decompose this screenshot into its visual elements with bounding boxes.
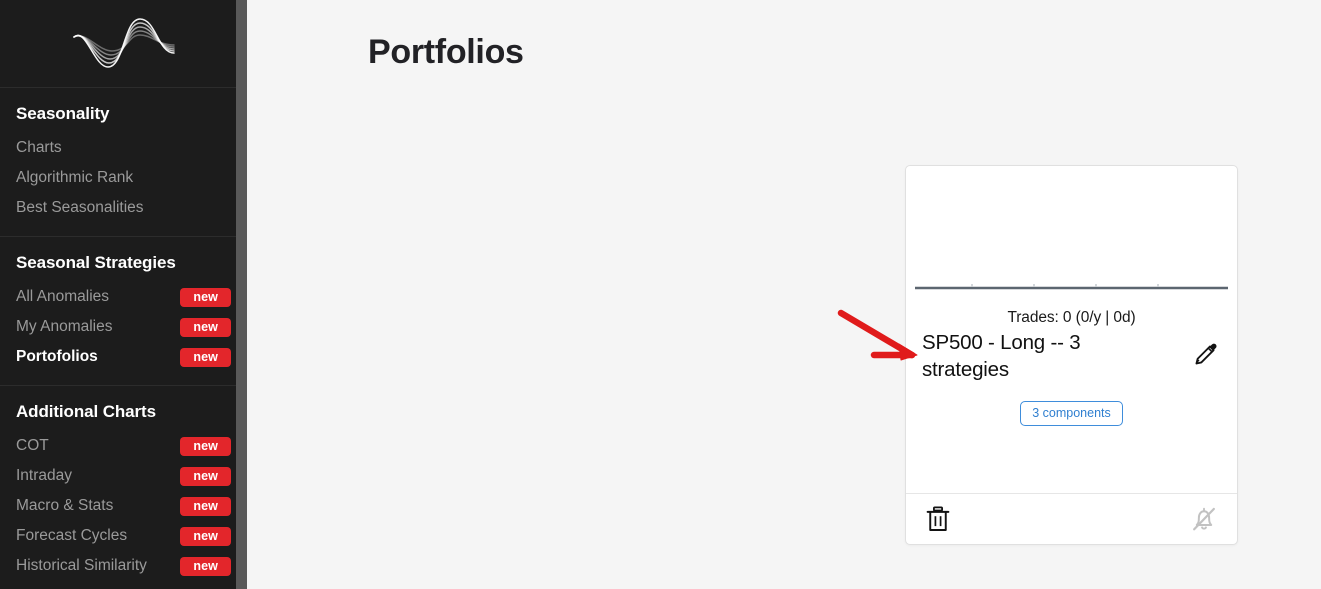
sidebar-item-my-anomalies[interactable]: My Anomalies new <box>0 313 247 343</box>
sidebar-scrollbar-thumb[interactable] <box>236 0 247 589</box>
sidebar-section: Additional Charts COT new Intraday new Macro … <box>0 386 247 589</box>
sidebar-item-cot[interactable]: COT new <box>0 432 247 462</box>
sidebar-item-label: All Anomalies <box>16 288 110 306</box>
sidebar-item-label: My Anomalies <box>16 318 113 336</box>
sidebar-item-label: Historical Similarity <box>16 557 147 575</box>
sidebar-item-historical-similarity[interactable]: Historical Similarity new <box>0 552 247 582</box>
trash-icon <box>926 506 950 531</box>
sidebar-item-macro-and-stats[interactable]: Macro & Stats new <box>0 492 247 522</box>
portfolio-card[interactable]: Trades: 0 (0/y | 0d) SP500 - Long -- 3 s… <box>905 165 1238 545</box>
portfolio-title: SP500 - Long -- 3 strategies <box>922 331 1081 382</box>
sidebar-scrollbar[interactable] <box>236 0 247 589</box>
sidebar-item-label: Macro & Stats <box>16 497 114 515</box>
sidebar-item-label: Forecast Cycles <box>16 527 128 545</box>
sidebar-item-all-anomalies[interactable]: All Anomalies new <box>0 283 247 313</box>
sidebar-sections: Seasonality Charts Algorithmic Rank Best Se… <box>0 88 247 589</box>
sidebar-item-label: COT <box>16 437 49 455</box>
pencil-icon <box>1195 343 1217 365</box>
wave-logo-icon <box>72 17 175 68</box>
sidebar-item-label: Algorithmic Rank <box>16 169 134 187</box>
sidebar-item-forecast-cycles[interactable]: Forecast Cycles new <box>0 522 247 552</box>
components-badge-row: 3 components <box>922 400 1221 426</box>
sidebar-item-badge: new <box>180 317 231 338</box>
portfolio-chart <box>906 166 1237 290</box>
sidebar-section-heading: Additional Charts <box>16 402 156 421</box>
sidebar-section-heading: Seasonality <box>16 104 110 123</box>
trades-summary: Trades: 0 (0/y | 0d) <box>1007 309 1136 326</box>
sidebar-item-label: Intraday <box>16 467 73 485</box>
sidebar-section: Seasonal Strategies All Anomalies new My An… <box>0 237 247 386</box>
sidebar-item-best-seasonalities[interactable]: Best Seasonalities <box>0 194 247 224</box>
sidebar-item-algorithmic-rank[interactable]: Algorithmic Rank <box>0 164 247 194</box>
sidebar-item-badge: new <box>180 556 231 577</box>
toggle-alerts-button[interactable] <box>1190 505 1218 533</box>
portfolio-card-footer <box>906 493 1237 544</box>
app-root: Seasonality Charts Algorithmic Rank Best Se… <box>0 0 1321 589</box>
sidebar-item-badge: new <box>180 526 231 547</box>
sidebar-section-heading: Seasonal Strategies <box>16 253 176 272</box>
sidebar-item-badge: new <box>180 347 231 368</box>
main-content: Portfolios Trades: 0 (0/y | 0d) SP500 - <box>247 0 1321 589</box>
sidebar-section: Seasonality Charts Algorithmic Rank Best Se… <box>0 88 247 237</box>
sidebar-item-badge: new <box>180 436 231 457</box>
bell-slash-icon <box>1193 507 1215 531</box>
sidebar: Seasonality Charts Algorithmic Rank Best Se… <box>0 0 247 589</box>
delete-portfolio-button[interactable] <box>925 505 951 533</box>
sidebar-item-badge: new <box>180 287 231 308</box>
sidebar-item-badge: new <box>180 466 231 487</box>
sidebar-item-badge: new <box>180 496 231 517</box>
app-logo[interactable] <box>0 0 247 88</box>
portfolio-title-row: SP500 - Long -- 3 strategies <box>922 329 1221 384</box>
sidebar-item-portofolios[interactable]: Portofolios new <box>0 343 247 373</box>
page-title: Portfolios <box>368 33 524 71</box>
sidebar-item-label: Portofolios <box>16 348 98 366</box>
sidebar-item-label: Best Seasonalities <box>16 199 144 217</box>
edit-portfolio-button[interactable] <box>1193 341 1219 367</box>
sidebar-item-intraday[interactable]: Intraday new <box>0 462 247 492</box>
portfolio-card-body: Trades: 0 (0/y | 0d) SP500 - Long -- 3 s… <box>906 290 1237 493</box>
components-badge[interactable]: 3 components <box>1020 400 1123 426</box>
sidebar-item-label: Charts <box>16 139 62 157</box>
chart-axis-ticks <box>971 284 1159 287</box>
sidebar-item-charts[interactable]: Charts <box>0 134 247 164</box>
empty-chart-svg <box>915 284 1228 290</box>
